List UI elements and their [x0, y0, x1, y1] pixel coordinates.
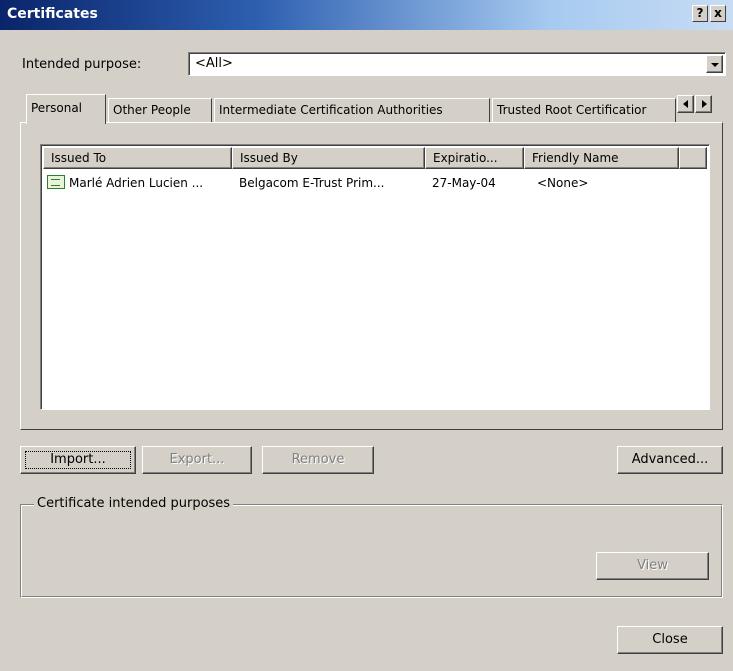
remove-button[interactable]: Remove: [262, 446, 374, 474]
help-icon: ?: [696, 6, 704, 20]
tab-scroll-left-button[interactable]: [677, 95, 694, 113]
column-header-filler: [679, 147, 707, 169]
tab-scroll-right-button[interactable]: [695, 95, 712, 113]
export-button-label: Export...: [169, 452, 225, 467]
chevron-down-icon: [711, 63, 719, 67]
cell-issued-by: Belgacom E-Trust Prim...: [239, 176, 385, 190]
column-header-label: Issued To: [51, 151, 107, 165]
certificate-icon: [47, 175, 65, 189]
close-button[interactable]: Close: [617, 626, 723, 654]
certificate-list[interactable]: Issued To Issued By Expiratio... Friendl…: [40, 144, 710, 410]
import-button[interactable]: Import...: [20, 446, 136, 474]
intended-purpose-label: Intended purpose:: [22, 57, 142, 72]
arrow-right-icon: [702, 100, 707, 108]
title-bar: Certificates ? x: [0, 0, 733, 30]
cell-issued-to: Marlé Adrien Lucien ...: [69, 176, 204, 190]
close-window-button[interactable]: x: [710, 5, 726, 22]
tab-label: Trusted Root Certificatior: [497, 103, 647, 117]
column-header-friendly-name[interactable]: Friendly Name: [524, 147, 679, 169]
intended-purpose-value: <All>: [195, 56, 233, 71]
tab-label: Other People: [113, 103, 191, 117]
intended-purpose-select[interactable]: <All>: [188, 52, 726, 76]
column-header-label: Expiratio...: [433, 151, 498, 165]
close-icon: x: [714, 6, 722, 20]
view-button-label: View: [637, 558, 668, 573]
arrow-left-icon: [683, 100, 688, 108]
cell-expiration: 27-May-04: [432, 176, 496, 190]
column-header-issued-to[interactable]: Issued To: [43, 147, 232, 169]
table-row[interactable]: Marlé Adrien Lucien ... Belgacom E-Trust…: [43, 173, 707, 193]
export-button[interactable]: Export...: [142, 446, 252, 474]
tab-intermediate-ca[interactable]: Intermediate Certification Authorities: [214, 98, 490, 122]
tab-trusted-root[interactable]: Trusted Root Certificatior: [492, 98, 676, 122]
import-button-label: Import...: [50, 452, 106, 467]
advanced-button-label: Advanced...: [631, 452, 709, 467]
tab-label: Intermediate Certification Authorities: [219, 103, 443, 117]
column-header-label: Friendly Name: [532, 151, 619, 165]
tab-personal[interactable]: Personal: [26, 94, 106, 124]
remove-button-label: Remove: [291, 452, 345, 467]
cell-friendly-name: <None>: [537, 176, 589, 190]
tab-other-people[interactable]: Other People: [108, 98, 212, 122]
tab-label: Personal: [31, 101, 83, 115]
advanced-button[interactable]: Advanced...: [617, 446, 723, 474]
view-button[interactable]: View: [596, 552, 709, 580]
column-header-label: Issued By: [240, 151, 298, 165]
intended-purposes-group-label: Certificate intended purposes: [34, 496, 234, 511]
window-title: Certificates: [7, 6, 98, 22]
column-header-issued-by[interactable]: Issued By: [232, 147, 425, 169]
intended-purposes-group: [20, 504, 723, 598]
close-button-label: Close: [652, 632, 688, 647]
help-button[interactable]: ?: [692, 5, 708, 22]
dropdown-button[interactable]: [706, 55, 723, 73]
column-header-expiration[interactable]: Expiratio...: [425, 147, 524, 169]
